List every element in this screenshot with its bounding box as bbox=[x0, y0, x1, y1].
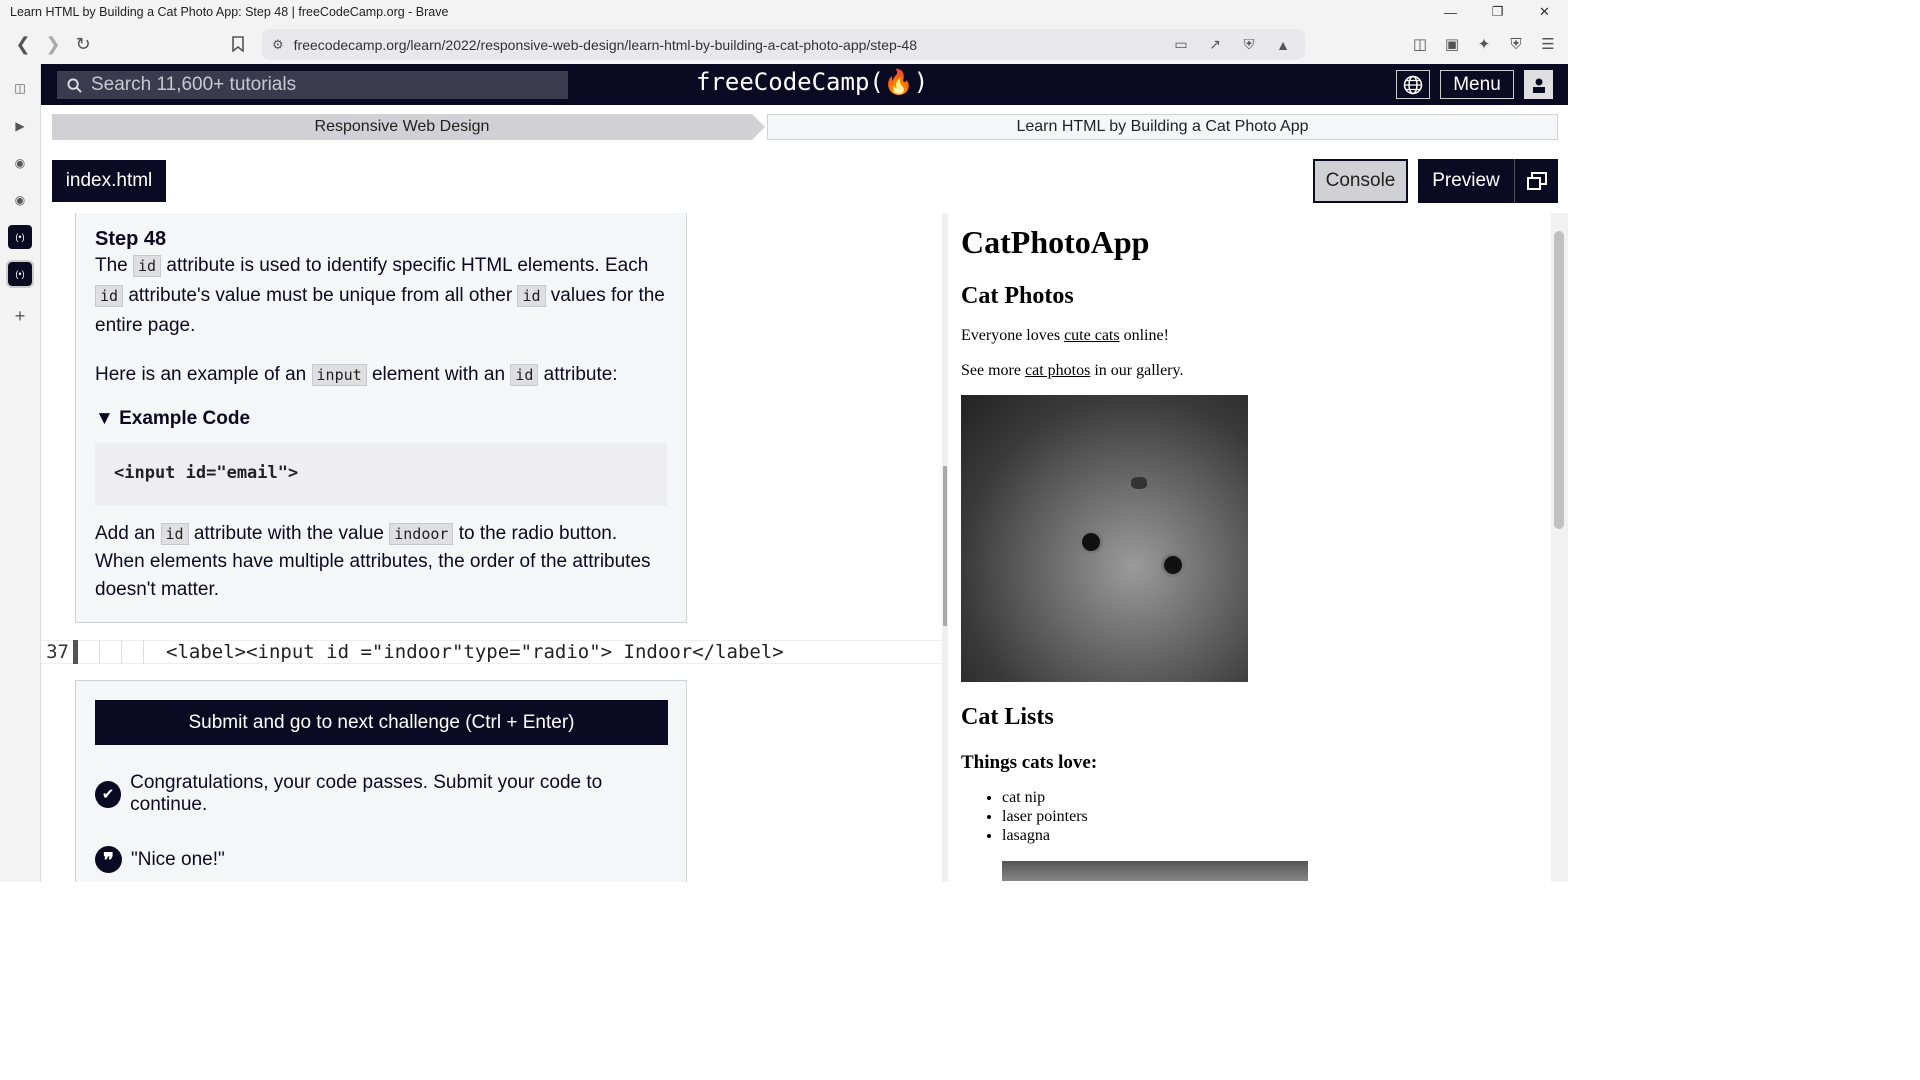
pass-message: ✔ Congratulations, your code passes. Sub… bbox=[95, 772, 667, 816]
wallet-icon[interactable]: ▣ bbox=[1442, 32, 1462, 56]
close-icon[interactable]: ✕ bbox=[1521, 0, 1568, 24]
site-info-icon[interactable]: ⚙ bbox=[272, 37, 284, 53]
step-title: Step 48 bbox=[95, 228, 167, 250]
editor-scrollbar[interactable] bbox=[942, 213, 948, 882]
globe-icon[interactable]: ◉ bbox=[8, 151, 32, 175]
step-description: Step 48 The id attribute is used to iden… bbox=[75, 213, 687, 623]
indent-guide bbox=[122, 640, 144, 664]
lower-jaw: Submit and go to next challenge (Ctrl + … bbox=[75, 680, 687, 882]
share-icon[interactable]: ↗ bbox=[1205, 35, 1225, 55]
reading-list-icon[interactable]: ◫ bbox=[8, 76, 32, 100]
freecodecamp-icon[interactable]: (•) bbox=[6, 260, 34, 288]
description-paragraph: Add an id attribute with the value indoo… bbox=[95, 523, 651, 600]
sidebar-toggle-icon[interactable]: ◫ bbox=[1410, 32, 1430, 56]
globe-icon[interactable]: ◉ bbox=[8, 188, 32, 212]
cute-cats-link[interactable]: cute cats bbox=[1064, 327, 1120, 344]
editor-pane: Step 48 The id attribute is used to iden… bbox=[41, 213, 947, 882]
leo-ai-icon[interactable]: ✦ bbox=[1474, 32, 1494, 56]
description-paragraph: The id attribute is used to identify spe… bbox=[95, 255, 665, 336]
pass-message-text: Congratulations, your code passes. Submi… bbox=[130, 772, 603, 815]
freecodecamp-icon[interactable]: (•) bbox=[8, 225, 32, 249]
example-code-toggle[interactable]: ▼ Example Code bbox=[95, 404, 667, 433]
cast-icon[interactable]: ▭ bbox=[1171, 35, 1191, 55]
scrollbar-thumb[interactable] bbox=[1554, 231, 1564, 529]
encouragement-message: ❞ "Nice one!" bbox=[95, 846, 667, 873]
language-button[interactable] bbox=[1396, 70, 1430, 99]
back-icon[interactable]: ❮ bbox=[8, 29, 38, 59]
preview-list-heading: Things cats love: bbox=[961, 752, 1098, 773]
restore-icon[interactable]: ❐ bbox=[1474, 0, 1521, 24]
breadcrumb: Responsive Web Design Learn HTML by Buil… bbox=[52, 114, 1558, 140]
address-bar[interactable]: ⚙ freecodecamp.org/learn/2022/responsive… bbox=[262, 29, 1305, 60]
preview-popout-button[interactable] bbox=[1514, 159, 1558, 203]
menu-icon[interactable]: ☰ bbox=[1538, 32, 1558, 56]
brave-rewards-icon[interactable]: ▲ bbox=[1273, 35, 1293, 55]
submit-button[interactable]: Submit and go to next challenge (Ctrl + … bbox=[95, 700, 668, 745]
bookmark-icon[interactable] bbox=[223, 29, 253, 59]
fcc-logo[interactable]: freeCodeCamp(🔥) bbox=[696, 68, 928, 96]
fcc-header: Search 11,600+ tutorials freeCodeCamp(🔥)… bbox=[41, 64, 1568, 105]
search-bar[interactable]: Search 11,600+ tutorials bbox=[57, 71, 568, 99]
preview-heading: CatPhotoApp bbox=[961, 224, 1150, 260]
add-icon[interactable]: + bbox=[8, 304, 32, 328]
preview-paragraph: Everyone loves cute cats online! bbox=[961, 327, 1169, 344]
preview-subheading: Cat Lists bbox=[961, 704, 1054, 730]
cat-photos-link[interactable]: cat photos bbox=[1025, 362, 1090, 379]
lasagna-image[interactable] bbox=[1002, 861, 1308, 881]
code-text[interactable]: <label><input id ="indoor"type="radio"> … bbox=[166, 641, 784, 663]
quote-text: "Nice one!" bbox=[131, 848, 225, 870]
youtube-icon[interactable]: ▶ bbox=[8, 114, 32, 138]
browser-toolbar: ❮ ❯ ↻ ⚙ freecodecamp.org/learn/2022/resp… bbox=[0, 24, 1568, 64]
indent-guide bbox=[100, 640, 122, 664]
list-item: lasagna bbox=[1002, 826, 1551, 845]
globe-icon bbox=[1403, 75, 1423, 94]
preview-scrollbar[interactable] bbox=[1551, 213, 1568, 882]
search-icon bbox=[57, 77, 91, 93]
indent-guide bbox=[78, 640, 100, 664]
url-text[interactable]: freecodecamp.org/learn/2022/responsive-w… bbox=[294, 37, 1171, 53]
cat-image[interactable] bbox=[961, 395, 1248, 682]
console-button[interactable]: Console bbox=[1313, 159, 1408, 203]
check-icon: ✔ bbox=[95, 780, 122, 808]
popout-icon bbox=[1526, 172, 1547, 190]
menu-button[interactable]: Menu bbox=[1440, 70, 1514, 99]
editor-code-line[interactable]: 37 <label><input id ="indoor"type="radio… bbox=[41, 640, 947, 664]
list-item: laser pointers bbox=[1002, 807, 1551, 826]
minimize-icon[interactable]: — bbox=[1427, 0, 1474, 24]
triangle-down-icon: ▼ bbox=[95, 408, 114, 429]
forward-icon[interactable]: ❯ bbox=[38, 29, 68, 59]
reload-icon[interactable]: ↻ bbox=[68, 29, 98, 59]
scrollbar-thumb[interactable] bbox=[943, 466, 947, 626]
breadcrumb-project[interactable]: Learn HTML by Building a Cat Photo App bbox=[767, 114, 1558, 140]
line-number: 37 bbox=[46, 641, 69, 663]
tab-index-html[interactable]: index.html bbox=[52, 160, 166, 202]
brave-shields-icon[interactable]: ⛨ bbox=[1239, 35, 1259, 55]
list-item: cat nip bbox=[1002, 788, 1551, 807]
window-title: Learn HTML by Building a Cat Photo App: … bbox=[10, 5, 449, 19]
cat-love-list: cat nip laser pointers lasagna bbox=[961, 788, 1551, 845]
window-titlebar: Learn HTML by Building a Cat Photo App: … bbox=[0, 0, 1568, 24]
vpn-icon[interactable]: ⛨ bbox=[1506, 32, 1526, 56]
preview-subheading: Cat Photos bbox=[961, 283, 1074, 309]
preview-pane: CatPhotoApp Cat Photos Everyone loves cu… bbox=[953, 213, 1551, 882]
quote-icon: ❞ bbox=[95, 846, 122, 873]
breadcrumb-course[interactable]: Responsive Web Design bbox=[52, 114, 752, 140]
search-input[interactable]: Search 11,600+ tutorials bbox=[91, 74, 296, 96]
avatar[interactable] bbox=[1524, 70, 1553, 99]
browser-sidebar: ◫ ▶ ◉ ◉ (•) (•) + bbox=[0, 64, 41, 882]
description-paragraph: Here is an example of an input element w… bbox=[95, 364, 618, 386]
preview-button[interactable]: Preview bbox=[1418, 159, 1514, 203]
preview-paragraph: See more cat photos in our gallery. bbox=[961, 362, 1184, 379]
example-code-block: <input id="email"> bbox=[95, 443, 667, 506]
breadcrumb-arrow bbox=[752, 114, 765, 140]
